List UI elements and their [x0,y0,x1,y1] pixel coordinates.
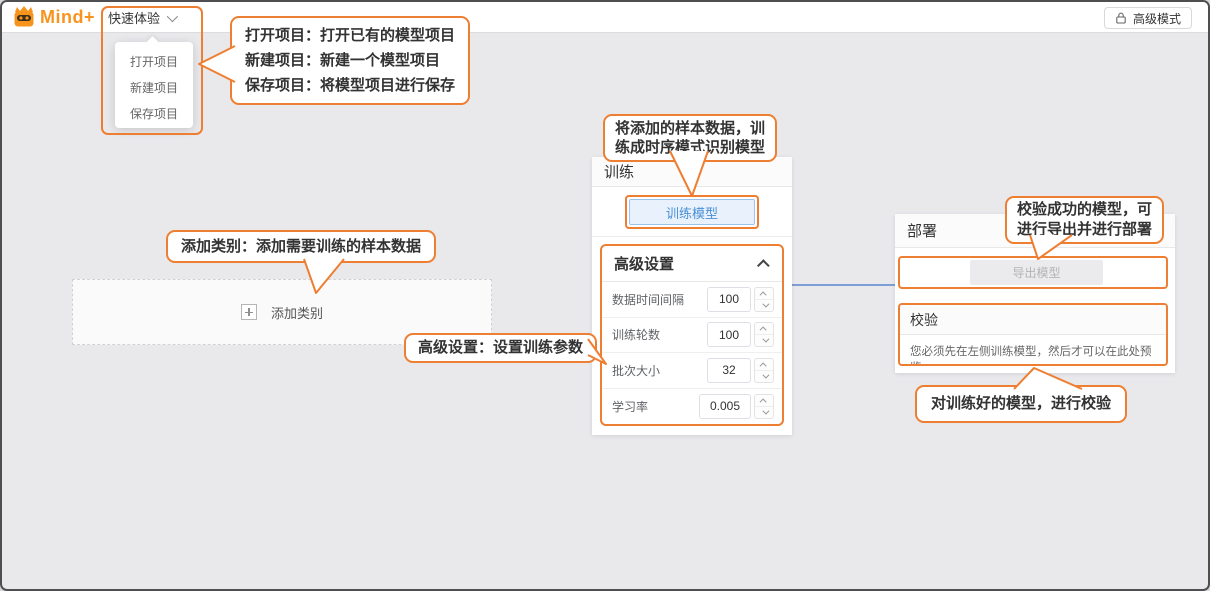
batch-size-input[interactable] [707,358,751,383]
field-row-learning-rate: 学习率 [602,389,782,425]
callout-validate: 对训练好的模型，进行校验 [915,385,1127,423]
chevron-down-icon [762,407,769,414]
callout-add-class: 添加类别：添加需要训练的样本数据 [166,230,436,263]
chevron-up-icon [759,398,766,405]
robot-logo-icon [12,6,36,28]
app-window: Mind+ 快速体验 高级模式 打开项目 新建项目 保存项目 添加类别 训练 [0,0,1210,591]
field-label: 训练轮数 [612,326,660,343]
advanced-mode-button[interactable]: 高级模式 [1104,7,1192,29]
logo-text: Mind+ [40,7,95,28]
stepper-up-button[interactable] [755,323,773,335]
learning-rate-input[interactable] [699,394,751,419]
quick-experience-menu-trigger[interactable]: 快速体验 [108,2,175,33]
callout-line: 将添加的样本数据，训 [615,119,765,138]
stepper-down-button[interactable] [755,300,773,311]
callout-line: 高级设置：设置训练参数 [418,335,583,361]
stepper-down-button[interactable] [755,335,773,346]
stepper-down-button[interactable] [755,371,773,382]
learning-rate-stepper [754,394,774,419]
stepper-down-button[interactable] [755,407,773,418]
topbar: Mind+ 快速体验 高级模式 [2,2,1208,33]
callout-line: 保存项目：将模型项目进行保存 [245,73,455,98]
deploy-panel-title: 部署 [907,220,937,241]
chevron-up-icon [759,362,766,369]
callout-export-model: 校验成功的模型，可 进行导出并进行部署 [1005,196,1164,244]
chevron-up-icon [759,291,766,298]
field-row-epochs: 训练轮数 [602,318,782,354]
train-model-button[interactable]: 训练模型 [629,199,755,225]
field-row-data-interval: 数据时间间隔 [602,282,782,318]
train-button-row: 训练模型 [592,187,792,237]
export-row-highlight: 导出模型 [898,256,1168,289]
stepper-up-button[interactable] [755,395,773,407]
quick-experience-dropdown: 打开项目 新建项目 保存项目 [115,42,193,128]
menu-trigger-label: 快速体验 [108,8,160,27]
field-label: 数据时间间隔 [612,291,684,308]
menu-item-new-project[interactable]: 新建项目 [115,75,193,101]
chevron-down-icon [762,371,769,378]
advanced-settings-section: 高级设置 数据时间间隔 训练轮数 [600,244,784,426]
callout-line: 新建项目：新建一个模型项目 [245,48,455,73]
callout-line: 对训练好的模型，进行校验 [931,387,1111,421]
callout-project-menu: 打开项目：打开已有的模型项目 新建项目：新建一个模型项目 保存项目：将模型项目进… [230,16,470,105]
data-interval-input[interactable] [707,287,751,312]
field-row-batch-size: 批次大小 [602,353,782,389]
batch-size-stepper [754,358,774,383]
stepper-up-button[interactable] [755,359,773,371]
epochs-stepper [754,322,774,347]
validate-section: 校验 您必须先在左侧训练模型，然后才可以在此处预览。 [898,303,1168,366]
data-interval-stepper [754,287,774,312]
training-panel-title: 训练 [604,161,634,182]
callout-advanced-settings: 高级设置：设置训练参数 [404,333,597,363]
callout-line: 练成时序模式识别模型 [615,138,765,157]
training-panel: 训练 训练模型 高级设置 数据时间间隔 [592,157,792,435]
dropdown-notch [146,36,159,49]
chevron-down-icon [167,10,178,21]
export-model-button[interactable]: 导出模型 [970,260,1103,285]
advanced-settings-header: 高级设置 [602,246,782,282]
advanced-settings-title: 高级设置 [614,253,674,274]
stepper-up-button[interactable] [755,288,773,300]
chevron-down-icon [762,336,769,343]
menu-item-save-project[interactable]: 保存项目 [115,101,193,127]
validate-section-title: 校验 [910,310,938,330]
callout-line: 校验成功的模型，可 [1017,200,1152,220]
chevron-up-icon [759,327,766,334]
collapse-chevron-up-icon[interactable] [757,259,770,272]
mindplus-logo: Mind+ [12,6,95,28]
menu-item-open-project[interactable]: 打开项目 [115,49,193,75]
validate-section-header: 校验 [900,305,1166,335]
add-class-label: 添加类别 [271,303,323,322]
panel-connector-line [792,284,895,286]
callout-line: 添加类别：添加需要训练的样本数据 [181,232,421,261]
callout-train-model: 将添加的样本数据，训 练成时序模式识别模型 [603,114,777,162]
validate-message: 您必须先在左侧训练模型，然后才可以在此处预览。 [900,335,1166,366]
lock-icon [1115,12,1127,24]
field-label: 批次大小 [612,362,660,379]
callout-line: 进行导出并进行部署 [1017,220,1152,240]
callout-line: 打开项目：打开已有的模型项目 [245,23,455,48]
advanced-mode-label: 高级模式 [1133,10,1181,27]
plus-icon [241,304,257,320]
train-button-highlight: 训练模型 [625,195,759,229]
chevron-down-icon [762,300,769,307]
epochs-input[interactable] [707,322,751,347]
field-label: 学习率 [612,398,648,415]
